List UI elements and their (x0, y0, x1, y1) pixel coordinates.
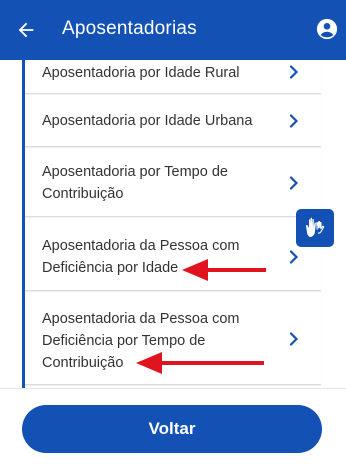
red-arrow-left-icon (182, 259, 266, 281)
hand-sign-language-icon (306, 217, 325, 237)
app-bar: Aposentadorias (0, 0, 346, 60)
footer: Voltar (0, 388, 346, 464)
list-item-tempo-contribuicao[interactable]: Aposentadoria por Tempo de Contribuição (25, 149, 321, 217)
list-item-deficiencia-idade[interactable]: Aposentadoria da Pessoa com Deficiência … (25, 219, 321, 291)
arrow-left-icon (18, 22, 34, 38)
list-item-label: Aposentadoria por Tempo de Contribuição (42, 164, 228, 202)
chevron-right-icon (289, 114, 299, 128)
voltar-button[interactable]: Voltar (22, 405, 322, 453)
red-arrow-left-icon (136, 352, 264, 374)
list-item-label: Aposentadoria por Idade Urbana (42, 113, 253, 129)
chevron-right-icon (289, 250, 299, 264)
retirement-options-list: Aposentadoria por Idade Rural Aposentado… (0, 60, 346, 388)
back-button[interactable] (12, 16, 40, 44)
chevron-right-icon (289, 332, 299, 346)
account-button[interactable] (316, 18, 338, 40)
list-item-idade-urbana[interactable]: Aposentadoria por Idade Urbana (25, 95, 321, 147)
accessibility-widget-button[interactable] (296, 209, 334, 247)
chevron-right-icon (289, 176, 299, 190)
list-item-idade-rural[interactable]: Aposentadoria por Idade Rural (25, 60, 321, 94)
account-circle-icon (316, 18, 338, 40)
chevron-right-icon (289, 65, 299, 79)
list-item-label: Aposentadoria por Idade Rural (42, 65, 240, 81)
page-title: Aposentadorias (62, 18, 197, 39)
